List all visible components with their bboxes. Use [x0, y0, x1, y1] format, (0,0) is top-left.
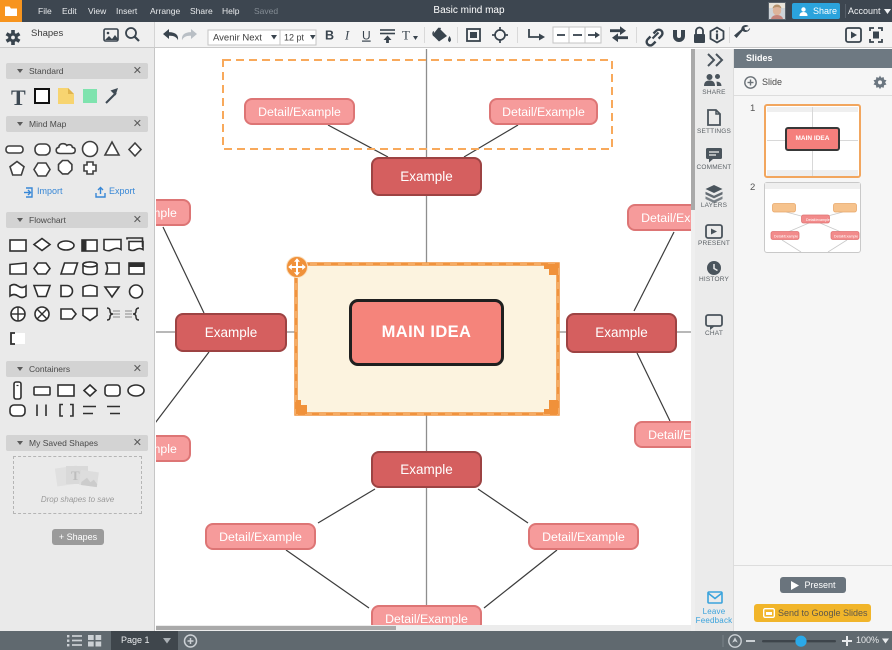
svg-text:I: I	[344, 29, 350, 43]
svg-text:Detail/Example: Detail/Example	[774, 235, 798, 239]
svg-text:Detail/Example: Detail/Example	[834, 235, 858, 239]
svg-text:Detail/example: Detail/example	[806, 218, 830, 222]
svg-text:T: T	[71, 468, 80, 483]
svg-text:T: T	[402, 28, 410, 43]
svg-text:B: B	[325, 29, 334, 43]
svg-text:12 pt: 12 pt	[284, 33, 305, 43]
svg-text:T: T	[11, 85, 26, 110]
svg-text:Avenir Next: Avenir Next	[213, 33, 262, 44]
svg-text:U: U	[362, 29, 371, 43]
